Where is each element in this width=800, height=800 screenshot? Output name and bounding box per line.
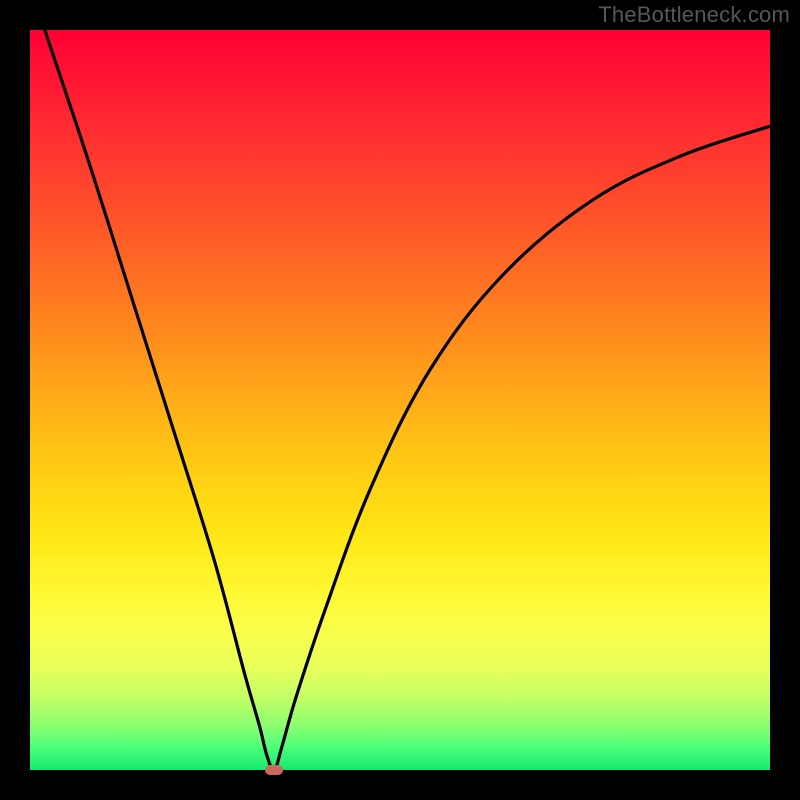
- plot-area: [30, 30, 770, 770]
- bottleneck-curve: [45, 30, 770, 770]
- curve-svg: [30, 30, 770, 770]
- minimum-marker: [265, 765, 283, 775]
- watermark-label: TheBottleneck.com: [598, 2, 790, 28]
- chart-frame: TheBottleneck.com: [0, 0, 800, 800]
